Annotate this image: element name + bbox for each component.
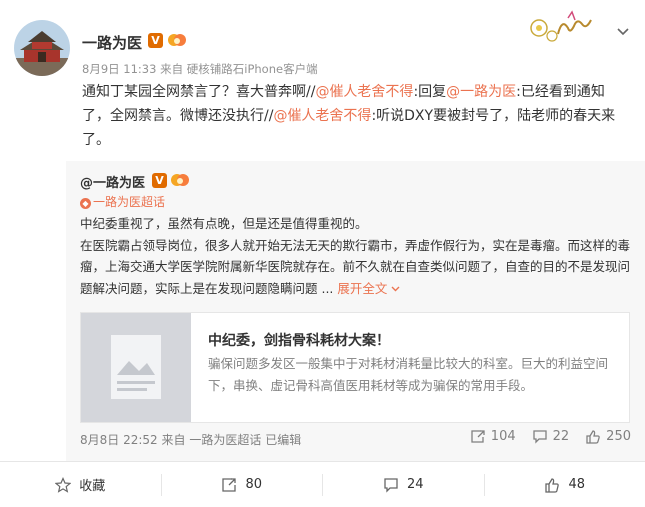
repost-count: 104 xyxy=(490,429,516,444)
retweet-meta: 8月8日 22:52 来自 一路为医超话 已编辑 xyxy=(80,431,301,448)
favorite-button[interactable]: 收藏 xyxy=(0,474,161,496)
repost-button[interactable]: 80 xyxy=(160,473,323,496)
weibo-post-card: 一路为医 V 8月9日 11:33 来自 硬核铺路石iPhone客户端 通知丁某… xyxy=(0,0,645,507)
medal-icon xyxy=(170,171,190,189)
action-bar: 收藏 80 24 48 xyxy=(0,461,645,507)
verified-icon: V xyxy=(152,173,167,188)
medal-icon xyxy=(167,31,187,49)
author-avatar[interactable] xyxy=(14,20,70,76)
post-time[interactable]: 8月9日 11:33 xyxy=(82,62,156,76)
thumbs-up-icon xyxy=(545,477,560,493)
source-prefix: 来自 xyxy=(161,433,186,447)
comment-count: 24 xyxy=(406,477,424,492)
link-title: 中纪委，剑指骨科耗材大案！ xyxy=(208,333,390,349)
mention-link[interactable]: @一路为医 xyxy=(446,84,516,100)
chevron-down-icon[interactable] xyxy=(614,22,632,40)
retweet-time[interactable]: 8月8日 22:52 xyxy=(80,433,158,447)
topic-label: 一路为医超话 xyxy=(93,195,166,209)
retweet-block: @一路为医 V ◆ 一路为医超话 中纪委重视了，虽然有点晚，但是还是值得重视的。 … xyxy=(66,161,645,461)
retweet-source[interactable]: 一路为医超话 xyxy=(189,433,261,447)
post-meta: 8月9日 11:33 来自 硬核铺路石iPhone客户端 xyxy=(82,61,318,77)
text-segment: :回复 xyxy=(413,84,447,100)
favorite-label: 收藏 xyxy=(79,479,106,494)
retweet-repost-button[interactable]: 104 xyxy=(470,429,516,444)
text-segment: 通知丁某园全网禁言了？喜大普奔啊// xyxy=(82,84,316,100)
retweet-author[interactable]: @一路为医 xyxy=(80,172,145,191)
comment-button[interactable]: 24 xyxy=(322,473,484,496)
topic-link[interactable]: ◆ 一路为医超话 xyxy=(80,193,165,210)
post-source: 硬核铺路石iPhone客户端 xyxy=(186,62,318,76)
repost-icon xyxy=(471,430,485,443)
author-name[interactable]: 一路为医 xyxy=(82,32,142,53)
retweet-comment-button[interactable]: 22 xyxy=(532,429,570,444)
chevron-down-icon xyxy=(391,286,400,291)
repost-icon xyxy=(222,477,237,492)
repost-count: 80 xyxy=(245,477,263,492)
like-count: 48 xyxy=(568,477,586,492)
topic-icon: ◆ xyxy=(80,198,91,209)
retweet-paragraph: 在医院霸占领导岗位，很多人就开始无法无天的欺行霸市，弄虚作假行为，实在是毒瘤。而… xyxy=(80,235,635,300)
comment-icon xyxy=(384,477,398,493)
retweet-actions: 104 22 250 xyxy=(454,429,631,444)
expand-label: 展开全文 xyxy=(337,280,388,296)
decorative-sticker-icon xyxy=(528,6,598,48)
like-button[interactable]: 48 xyxy=(483,473,645,496)
star-icon xyxy=(55,476,72,493)
comment-count: 22 xyxy=(552,429,570,444)
comment-icon xyxy=(532,430,547,444)
retweet-like-button[interactable]: 250 xyxy=(585,429,631,444)
verified-icon: V xyxy=(148,33,163,48)
retweet-line: 中纪委重视了，虽然有点晚，但是还是值得重视的。 xyxy=(80,216,368,231)
mention-link[interactable]: @催人老舍不得 xyxy=(273,108,371,124)
post-text: 通知丁某园全网禁言了？喜大普奔啊//@催人老舍不得:回复@一路为医:已经看到通知… xyxy=(82,80,632,152)
link-card[interactable]: 中纪委，剑指骨科耗材大案！ 骗保问题多发区一般集中于对耗材消耗量比较大的科室。巨… xyxy=(80,312,630,423)
thumbs-up-icon xyxy=(586,430,600,444)
edited-label[interactable]: 已编辑 xyxy=(265,433,301,447)
mention-link[interactable]: @催人老舍不得 xyxy=(315,84,413,100)
source-prefix: 来自 xyxy=(160,62,184,76)
expand-link[interactable]: 展开全文 xyxy=(337,281,400,296)
like-count: 250 xyxy=(606,429,631,444)
retweet-text: 中纪委重视了，虽然有点晚，但是还是值得重视的。 在医院霸占领导岗位，很多人就开始… xyxy=(80,213,635,299)
link-description: 骗保问题多发区一般集中于对耗材消耗量比较大的科室。巨大的利益空间下，串换、虚记骨… xyxy=(208,356,609,393)
article-thumbnail-icon xyxy=(81,313,191,422)
